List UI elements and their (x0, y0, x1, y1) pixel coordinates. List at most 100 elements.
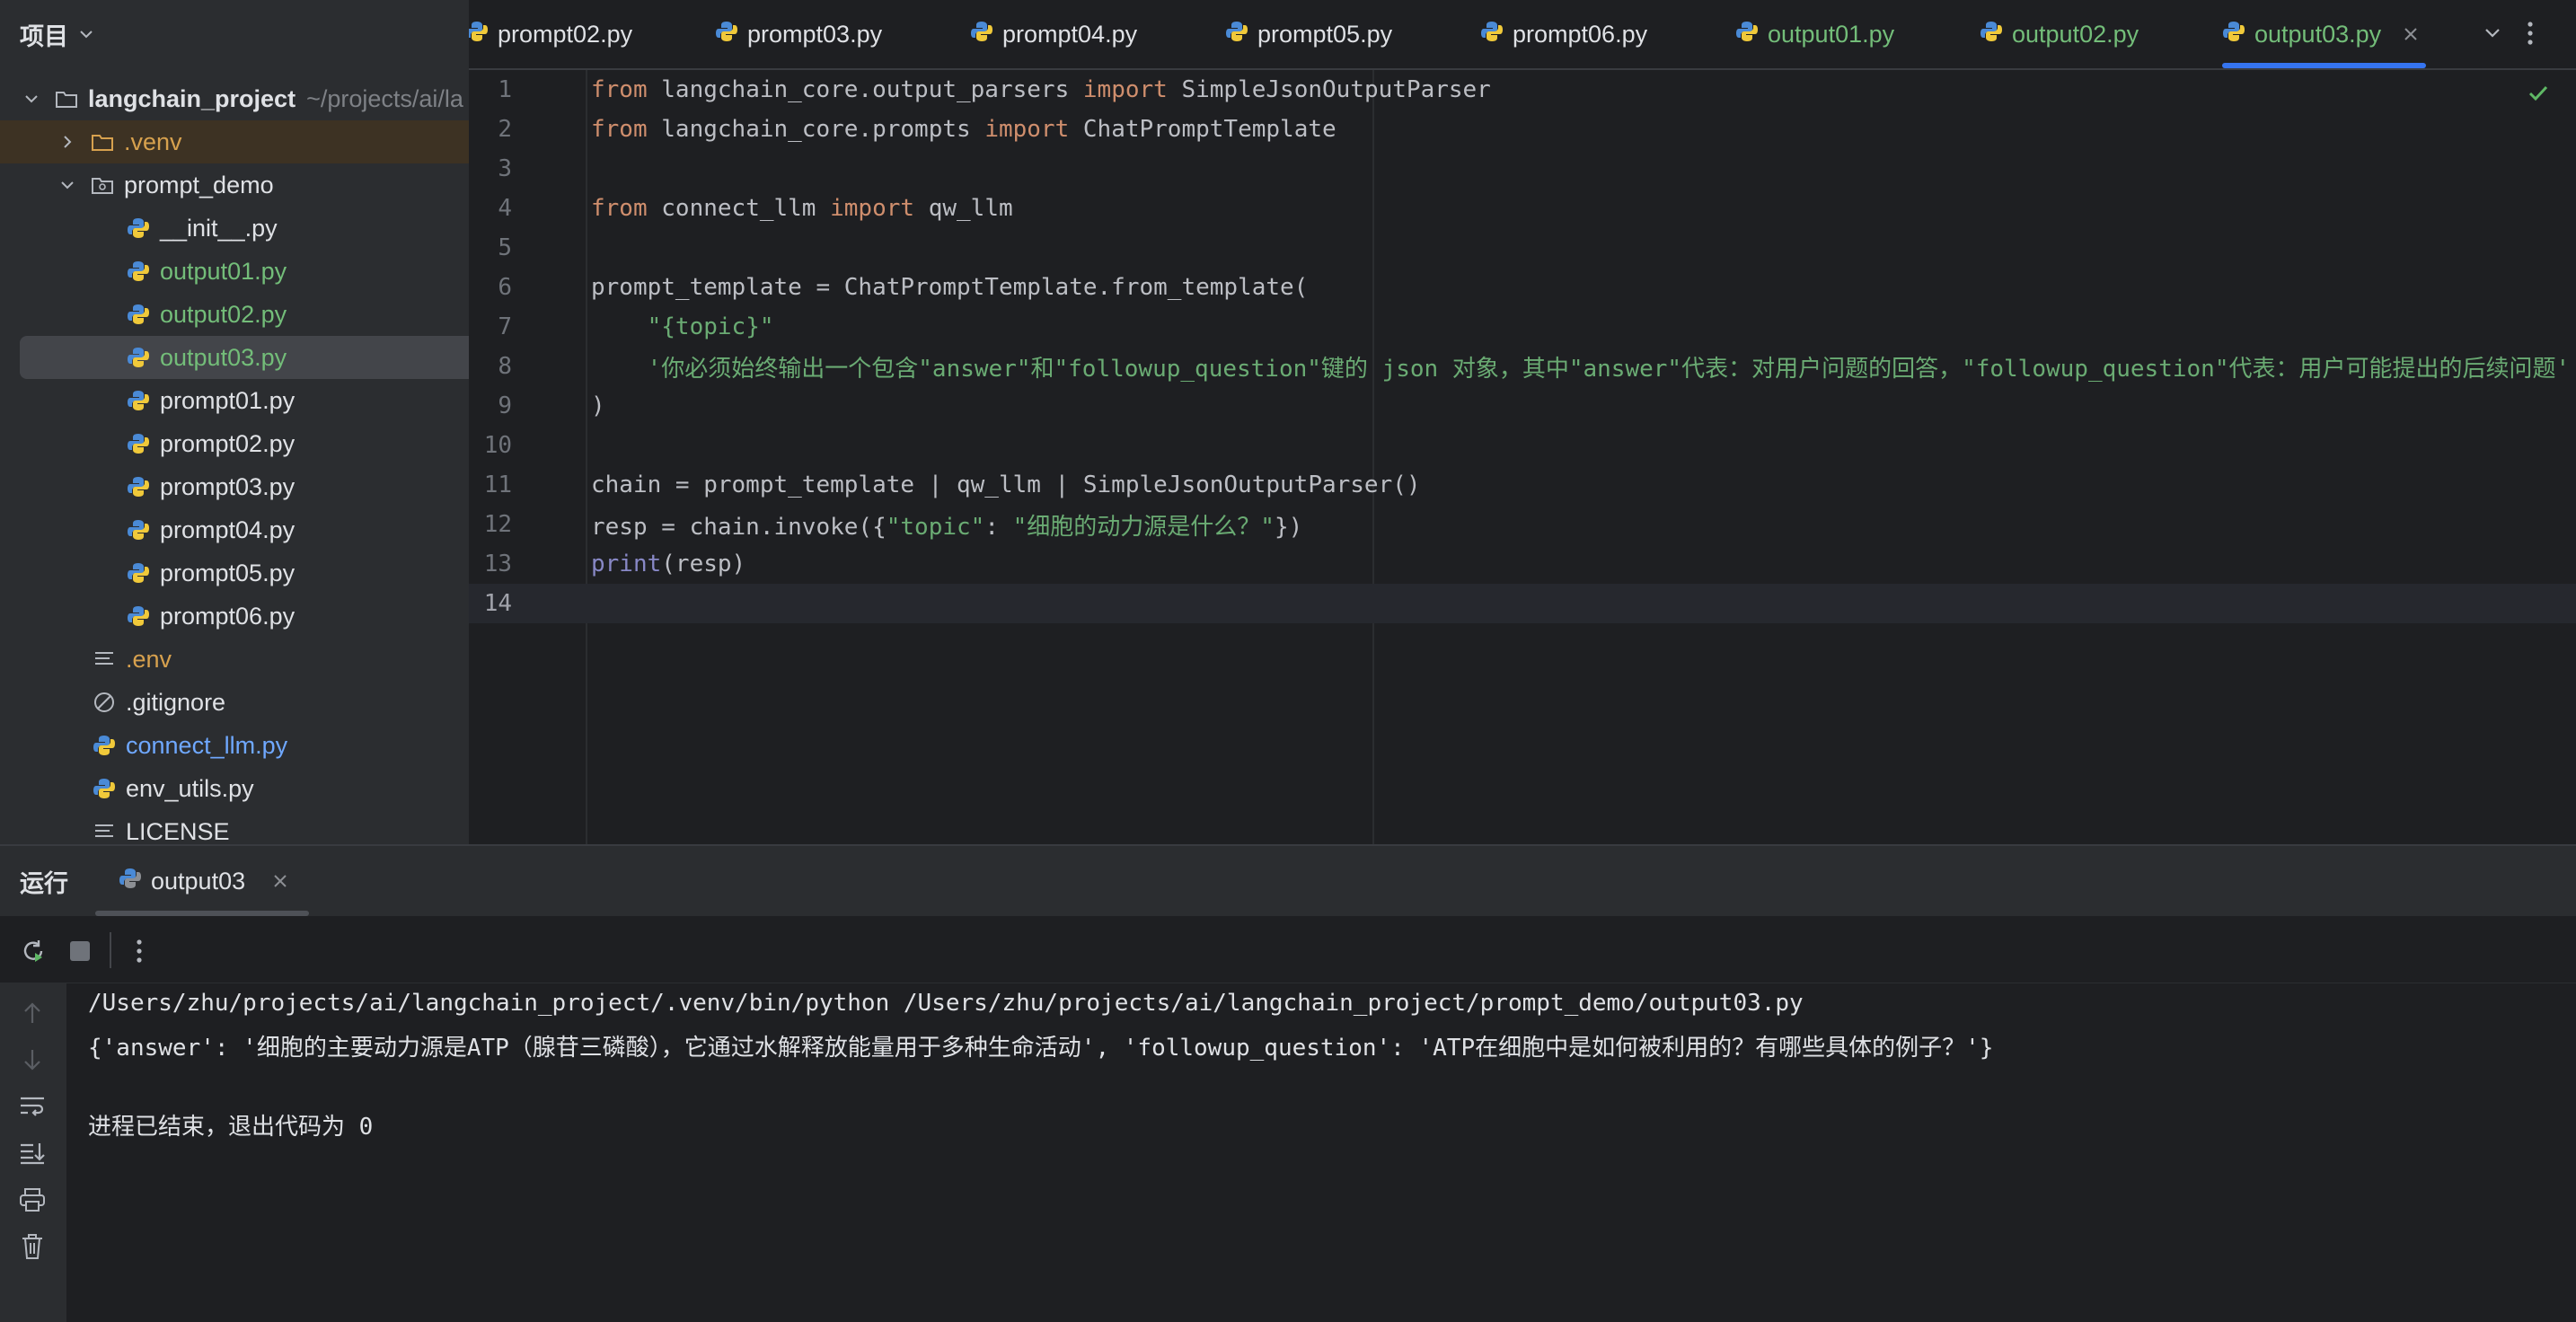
editor-tab-bar: prompt02.py prompt03.py prompt04.py prom… (469, 0, 2576, 70)
package-folder-icon (90, 172, 115, 198)
tab-prompt02[interactable]: prompt02.py (469, 0, 632, 68)
run-panel-header: 运行 output03 (0, 846, 2576, 916)
tree-item-prompt03[interactable]: prompt03.py (0, 465, 469, 508)
code-text: ChatPromptTemplate (1069, 116, 1337, 143)
soft-wrap-icon[interactable] (18, 1092, 47, 1121)
code-line: 1 from langchain_core.output_parsers imp… (469, 70, 2576, 110)
code-text: langchain_core.prompts (647, 116, 985, 143)
tree-item-label: prompt03.py (160, 472, 296, 500)
tab-label: prompt05.py (1257, 20, 1393, 48)
more-options-icon[interactable] (135, 938, 144, 969)
keyword: import (1082, 76, 1168, 103)
tree-item-label: prompt04.py (160, 516, 296, 543)
code-editor[interactable]: 1 from langchain_core.output_parsers imp… (469, 70, 2576, 844)
tree-item-output03[interactable]: output03.py (20, 336, 469, 379)
tree-item-label: output01.py (160, 257, 287, 285)
tree-root-langchain-project[interactable]: langchain_project ~/projects/ai/la (0, 77, 469, 120)
tab-prompt03[interactable]: prompt03.py (715, 0, 882, 68)
python-file-icon (92, 733, 117, 758)
python-file-icon (126, 388, 151, 413)
code-line: 10 (469, 426, 2576, 465)
python-file-icon (1480, 20, 1504, 49)
tree-item-prompt06[interactable]: prompt06.py (0, 595, 469, 638)
stop-icon[interactable] (70, 941, 90, 961)
keyword: import (984, 116, 1070, 143)
run-tab-output03[interactable]: output03 (97, 846, 288, 916)
tab-label: prompt06.py (1513, 20, 1648, 48)
run-toolbar (0, 918, 2576, 983)
tree-item-prompt05[interactable]: prompt05.py (0, 551, 469, 595)
print-icon[interactable] (18, 1185, 47, 1214)
root-folder-path: ~/projects/ai/la (306, 84, 463, 112)
python-file-icon (126, 560, 151, 586)
line-number: 6 (498, 274, 512, 301)
console-line-output: {'answer': '细胞的主要动力源是ATP（腺苷三磷酸），它通过水解释放能… (88, 1035, 1994, 1062)
python-file-icon (126, 517, 151, 542)
code-line: 12 resp = chain.invoke({"topic": "细胞的动力源… (469, 505, 2576, 544)
tree-item-output01[interactable]: output01.py (0, 250, 469, 293)
chevron-down-icon[interactable] (2481, 22, 2504, 49)
tree-item-env-utils[interactable]: env_utils.py (0, 767, 469, 810)
tab-prompt05[interactable]: prompt05.py (1225, 0, 1392, 68)
project-view-selector[interactable]: 项目 (20, 13, 95, 56)
tree-item-gitignore[interactable]: .gitignore (0, 681, 469, 724)
builtin-function: print (591, 551, 662, 577)
python-file-icon (970, 20, 993, 49)
tree-item-prompt01[interactable]: prompt01.py (0, 379, 469, 422)
trash-icon[interactable] (18, 1232, 47, 1261)
line-number: 14 (483, 590, 512, 617)
tree-item-license[interactable]: LICENSE (0, 810, 469, 844)
tree-item-label: output02.py (160, 300, 287, 328)
close-tab-icon[interactable] (272, 868, 288, 895)
chevron-right-icon[interactable] (56, 130, 79, 154)
chevron-down-icon[interactable] (20, 87, 43, 110)
python-file-icon (126, 259, 151, 284)
code-text: SimpleJsonOutputParser (1167, 76, 1491, 103)
tree-item-label: LICENSE (126, 817, 230, 845)
close-tab-icon[interactable] (2403, 21, 2419, 48)
scroll-to-end-icon[interactable] (18, 1139, 47, 1168)
line-number: 4 (498, 195, 512, 222)
active-tab-indicator (2222, 63, 2427, 68)
chevron-down-icon[interactable] (56, 173, 79, 197)
ignore-file-icon (92, 690, 117, 715)
tree-item-output02[interactable]: output02.py (0, 293, 469, 336)
line-number: 1 (498, 76, 512, 103)
tab-prompt04[interactable]: prompt04.py (970, 0, 1137, 68)
tab-output03-active[interactable]: output03.py (2222, 0, 2427, 68)
keyword: from (591, 116, 648, 143)
tree-item-label: __init__.py (160, 214, 278, 242)
tree-item-prompt-demo[interactable]: prompt_demo (0, 163, 469, 207)
python-file-icon (2222, 20, 2245, 49)
tree-item-prompt04[interactable]: prompt04.py (0, 508, 469, 551)
python-file-icon (126, 302, 151, 327)
tree-item-env[interactable]: .env (0, 638, 469, 681)
tab-prompt06[interactable]: prompt06.py (1480, 0, 1647, 68)
tab-output02[interactable]: output02.py (1980, 0, 2139, 68)
code-text: connect_llm (647, 195, 831, 222)
tab-label: output03.py (2254, 20, 2382, 48)
run-tab-indicator (95, 911, 309, 916)
tree-item-prompt02[interactable]: prompt02.py (0, 422, 469, 465)
line-number: 11 (483, 472, 512, 498)
line-number: 12 (483, 511, 512, 538)
tree-item-connect-llm[interactable]: connect_llm.py (0, 724, 469, 767)
code-line: 2 from langchain_core.prompts import Cha… (469, 110, 2576, 149)
tab-label: prompt03.py (747, 20, 883, 48)
arrow-up-icon[interactable] (18, 999, 47, 1027)
tree-item-venv[interactable]: .venv (0, 120, 469, 163)
python-run-icon (119, 867, 142, 896)
python-file-icon (126, 431, 151, 456)
tree-item-init[interactable]: __init__.py (0, 207, 469, 250)
rerun-icon[interactable] (20, 938, 47, 969)
arrow-down-icon[interactable] (18, 1045, 47, 1074)
console-line-command: /Users/zhu/projects/ai/langchain_project… (88, 990, 1804, 1017)
line-number: 2 (498, 116, 512, 143)
more-options-icon[interactable] (2526, 20, 2535, 51)
tree-item-label: prompt06.py (160, 602, 296, 630)
tab-label: prompt02.py (498, 20, 633, 48)
tree-item-label: prompt02.py (160, 429, 296, 457)
tab-output01[interactable]: output01.py (1735, 0, 1894, 68)
keyword: from (591, 195, 648, 222)
